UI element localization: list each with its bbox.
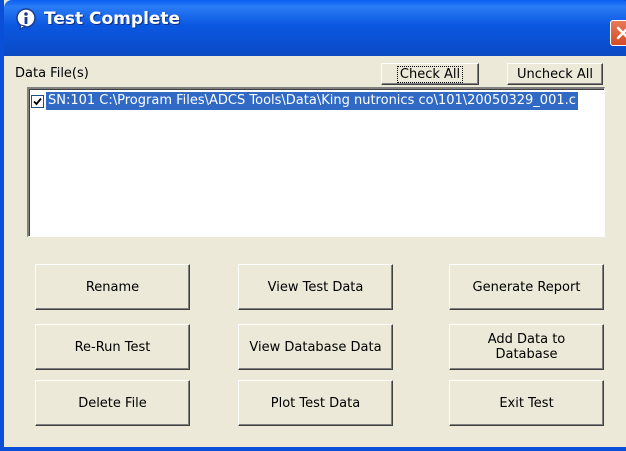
checkmark-icon [33,97,42,105]
data-files-listbox[interactable]: SN:101 C:\Program Files\ADCS Tools\Data\… [27,87,605,237]
add-data-to-database-button[interactable]: Add Data to Database [449,324,604,370]
view-database-data-label: View Database Data [249,339,382,355]
rename-button[interactable]: Rename [35,264,190,310]
generate-report-label: Generate Report [472,279,581,295]
info-app-icon [16,8,36,30]
file-checkbox[interactable] [31,94,44,108]
file-path-text: SN:101 C:\Program Files\ADCS Tools\Data\… [46,92,578,110]
close-icon [616,26,626,40]
data-files-label: Data File(s) [15,66,89,81]
delete-file-label: Delete File [78,395,147,411]
exit-test-label: Exit Test [499,395,554,411]
rerun-test-label: Re-Run Test [74,339,151,355]
generate-report-button[interactable]: Generate Report [449,264,604,310]
dialog-content: Data File(s) Check All Uncheck All SN:10… [8,56,626,447]
rename-label: Rename [85,279,140,295]
test-complete-window: Test Complete Data File(s) Check All Unc… [0,0,626,451]
add-data-label: Add Data to Database [488,332,566,362]
window-title: Test Complete [44,9,181,29]
check-all-label: Check All [396,65,464,83]
add-data-label-line2: Database [495,347,558,362]
view-test-data-button[interactable]: View Test Data [238,264,393,310]
close-button[interactable] [610,20,626,46]
list-item[interactable]: SN:101 C:\Program Files\ADCS Tools\Data\… [31,91,604,111]
add-data-label-line1: Add Data to [487,332,566,347]
exit-test-button[interactable]: Exit Test [449,380,604,426]
view-test-data-label: View Test Data [267,279,364,295]
title-bar[interactable]: Test Complete [4,0,626,56]
check-all-button[interactable]: Check All [381,63,479,85]
uncheck-all-label: Uncheck All [516,66,594,82]
uncheck-all-button[interactable]: Uncheck All [507,63,603,85]
delete-file-button[interactable]: Delete File [35,380,190,426]
rerun-test-button[interactable]: Re-Run Test [35,324,190,370]
view-database-data-button[interactable]: View Database Data [238,324,393,370]
plot-test-data-button[interactable]: Plot Test Data [238,380,393,426]
plot-test-data-label: Plot Test Data [270,395,361,411]
